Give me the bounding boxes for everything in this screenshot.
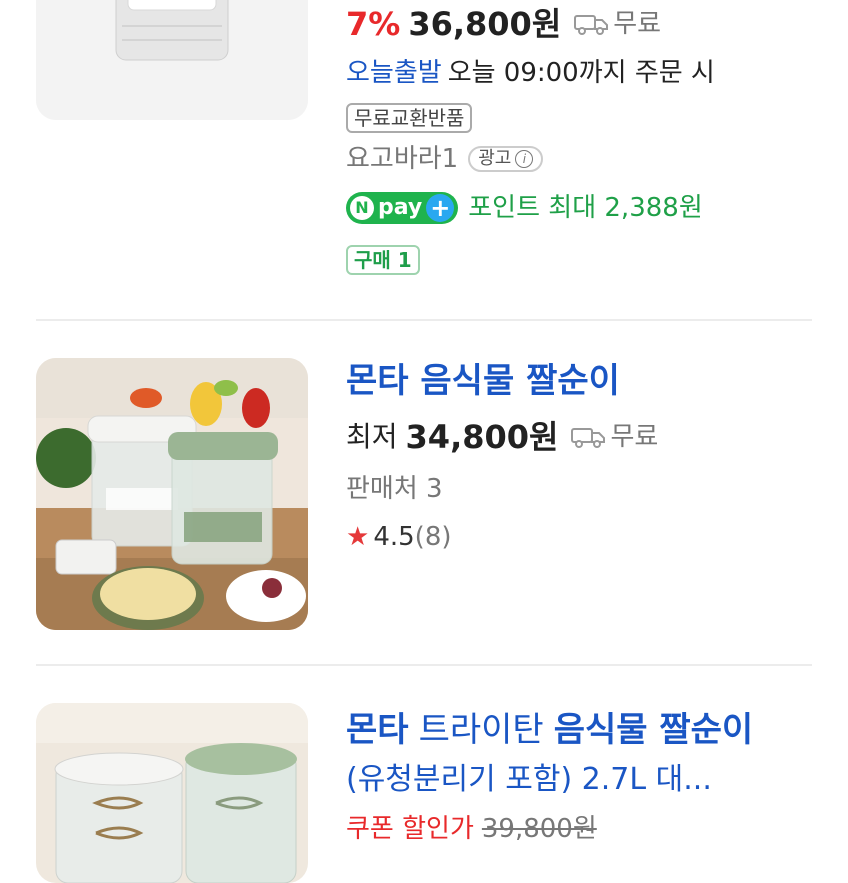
rating-row-2: ★ 4.5 (8) <box>346 524 452 550</box>
price-prefix: 최저 <box>346 420 398 453</box>
product-thumbnail-3[interactable] <box>36 703 308 883</box>
npay-row-1: Npay + 포인트 최대 2,388원 <box>346 192 703 224</box>
coupon-label: 쿠폰 할인가 <box>346 814 474 844</box>
free-exchange-tag: 무료교환반품 <box>346 103 473 133</box>
ad-badge[interactable]: 광고 i <box>468 146 544 172</box>
purchase-count-tag: 구매 1 <box>346 245 420 275</box>
seller-row-1: 요고바라1 광고 i <box>346 146 544 172</box>
product-title-2[interactable]: 몬타 음식물 짤순이 <box>346 364 620 398</box>
truck-icon <box>574 15 609 35</box>
delivery-row-1: 오늘출발 오늘 09:00까지 주문 시 <box>346 60 715 86</box>
product-image-3 <box>36 703 308 883</box>
price: 34,800원 <box>405 418 559 456</box>
price-row-2: 최저 34,800원 무료 <box>346 421 658 453</box>
purchase-row-1: 구매 1 <box>346 245 420 275</box>
price: 36,800원 <box>408 5 562 43</box>
review-count: (8) <box>414 522 452 552</box>
title-brand: 몬타 <box>346 710 409 750</box>
shipping-label: 무료 <box>613 9 662 39</box>
npay-label: pay <box>378 195 423 220</box>
price-row-1: 7% 36,800원 무료 <box>346 8 661 40</box>
rating-value: 4.5 <box>373 522 415 552</box>
star-icon: ★ <box>346 522 370 552</box>
product-title-3-line2[interactable]: (유청분리기 포함) 2.7L 대... <box>346 765 712 795</box>
title-middle: 트라이탄 <box>418 710 544 750</box>
truck-icon <box>571 428 606 448</box>
exchange-row-1: 무료교환반품 <box>346 103 473 133</box>
product-thumbnail-2[interactable] <box>36 358 308 630</box>
seller-name[interactable]: 요고바라1 <box>346 146 458 172</box>
delivery-badge: 오늘출발 <box>346 58 442 88</box>
divider <box>36 664 812 666</box>
product-title-3[interactable]: 몬타 트라이탄 음식물 짤순이 <box>346 713 753 747</box>
npay-logo: Npay + <box>346 192 459 224</box>
original-price: 39,800원 <box>481 814 597 844</box>
delivery-text: 오늘 09:00까지 주문 시 <box>447 58 715 88</box>
seller-count[interactable]: 판매처 3 <box>346 476 443 502</box>
title-keyword: 음식물 짤순이 <box>553 710 754 750</box>
product-image-2 <box>36 358 308 630</box>
divider <box>36 319 812 321</box>
point-text: 포인트 최대 2,388원 <box>468 193 703 223</box>
discount-rate: 7% <box>346 5 401 43</box>
ad-label: 광고 <box>478 148 512 169</box>
coupon-row-3: 쿠폰 할인가 39,800원 <box>346 816 597 842</box>
shipping-label: 무료 <box>610 422 659 452</box>
info-icon: i <box>515 150 534 168</box>
product-image-1 <box>36 0 308 120</box>
product-thumbnail-1[interactable] <box>36 0 308 120</box>
